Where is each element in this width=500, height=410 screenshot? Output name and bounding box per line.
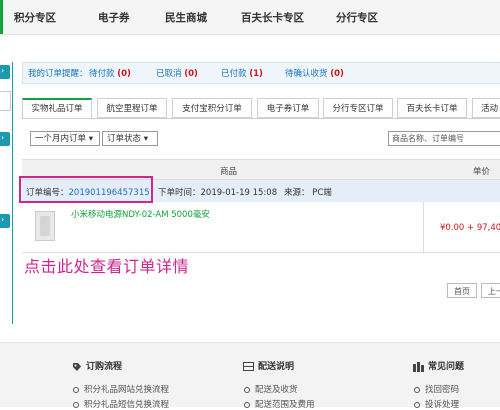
prev-page-button[interactable]: 上一 bbox=[481, 283, 500, 298]
order-source: 来源： PC端 bbox=[284, 188, 332, 198]
bullet-icon bbox=[414, 401, 420, 408]
dropdown-arrow-icon: ▾ bbox=[88, 134, 93, 144]
sidebar-toggle-2[interactable]: › bbox=[0, 132, 10, 146]
delivery-box-icon bbox=[243, 362, 254, 371]
footer-link-web-redeem[interactable]: 积分礼品网站兑换流程 bbox=[73, 383, 169, 395]
tab-activity-orders[interactable]: 活动 bbox=[472, 98, 500, 118]
sidebar-toggle-1[interactable]: › bbox=[0, 65, 10, 79]
reminder-title: 我的订单提醒： bbox=[28, 69, 88, 79]
order-number-highlight bbox=[19, 176, 153, 203]
sidebar-toggle-3[interactable]: › bbox=[0, 214, 10, 228]
first-page-button[interactable]: 首页 bbox=[447, 283, 477, 298]
sidebar-item[interactable] bbox=[0, 91, 11, 111]
chevron-right-icon: › bbox=[1, 215, 5, 224]
nav-item-centurion-zone[interactable]: 百夫长卡专区 bbox=[241, 10, 304, 25]
annotation-callout: 点击此处查看订单详情 bbox=[24, 257, 190, 276]
power-bank-image bbox=[40, 216, 50, 236]
footer-title-order-process: 订购流程 bbox=[72, 359, 122, 372]
bullet-icon bbox=[73, 386, 79, 393]
bullet-icon bbox=[414, 386, 420, 393]
product-thumbnail[interactable] bbox=[35, 211, 55, 241]
reminder-paid[interactable]: 已付款 (1) bbox=[221, 67, 263, 79]
time-range-select[interactable]: 一个月内订单 ▾ bbox=[30, 131, 100, 146]
tab-physical-gift-orders[interactable]: 实物礼品订单 bbox=[22, 98, 92, 119]
top-navigation: 积分专区 电子券 民生商城 百夫长卡专区 分行专区 bbox=[0, 0, 500, 35]
nav-accent-bar bbox=[0, 0, 3, 34]
tab-airline-mileage-orders[interactable]: 航空里程订单 bbox=[97, 98, 167, 118]
footer-title-delivery: 配送说明 bbox=[243, 359, 294, 372]
tab-e-coupon-orders[interactable]: 电子券订单 bbox=[257, 98, 319, 118]
nav-item-branch-zone[interactable]: 分行专区 bbox=[336, 10, 378, 25]
dropdown-arrow-icon: ▾ bbox=[143, 134, 148, 144]
tab-divider bbox=[22, 118, 500, 119]
order-time: 下单时间：2019-01-19 15:08 bbox=[158, 188, 278, 198]
footer-link-complaints[interactable]: 投诉处理 bbox=[414, 398, 459, 410]
bullet-icon bbox=[244, 386, 250, 393]
nav-item-minsheng-mall[interactable]: 民生商城 bbox=[165, 10, 207, 25]
tag-icon bbox=[73, 362, 81, 371]
column-divider bbox=[423, 202, 424, 252]
order-status-select[interactable]: 订单状态 ▾ bbox=[102, 131, 158, 146]
nav-item-e-coupon[interactable]: 电子券 bbox=[98, 10, 130, 25]
column-header-product: 商品 bbox=[220, 167, 238, 177]
product-price: ¥0.00 + 97,400 bbox=[440, 223, 500, 233]
books-icon bbox=[413, 361, 424, 372]
footer-link-shipping[interactable]: 配送及收货 bbox=[244, 383, 298, 395]
order-reminder-bar: 我的订单提醒： 待付款 (0) 已取消 (0) 已付款 (1) 待确认收货 (0… bbox=[22, 62, 500, 84]
chevron-right-icon: › bbox=[1, 66, 5, 75]
order-search-input[interactable]: 商品名称、订单编号 bbox=[388, 131, 500, 146]
reminder-pending-pay[interactable]: 待付款 (0) bbox=[89, 67, 131, 79]
chevron-right-icon: › bbox=[1, 133, 5, 142]
bullet-icon bbox=[73, 401, 79, 408]
tab-centurion-orders[interactable]: 百夫长卡订单 bbox=[397, 98, 467, 118]
tab-branch-zone-orders[interactable]: 分行专区订单 bbox=[323, 98, 393, 118]
sidebar-border bbox=[12, 62, 13, 324]
tab-alipay-points-orders[interactable]: 支付宝积分订单 bbox=[172, 98, 252, 118]
nav-item-points-zone[interactable]: 积分专区 bbox=[14, 10, 56, 25]
footer-title-faq: 常见问题 bbox=[413, 359, 464, 372]
footer-link-sms-redeem[interactable]: 积分礼品短信兑换流程 bbox=[73, 398, 169, 410]
column-header-price: 单价 bbox=[473, 167, 491, 177]
product-name-link[interactable]: 小米移动电源NDY-02-AM 5000毫安 bbox=[71, 208, 210, 220]
footer-link-find-password[interactable]: 找回密码 bbox=[414, 383, 459, 395]
reminder-cancelled[interactable]: 已取消 (0) bbox=[156, 67, 198, 79]
footer-link-shipping-range[interactable]: 配送范围及费用 bbox=[244, 398, 315, 410]
reminder-pending-receipt[interactable]: 待确认收货 (0) bbox=[285, 67, 344, 79]
bullet-icon bbox=[244, 401, 250, 408]
